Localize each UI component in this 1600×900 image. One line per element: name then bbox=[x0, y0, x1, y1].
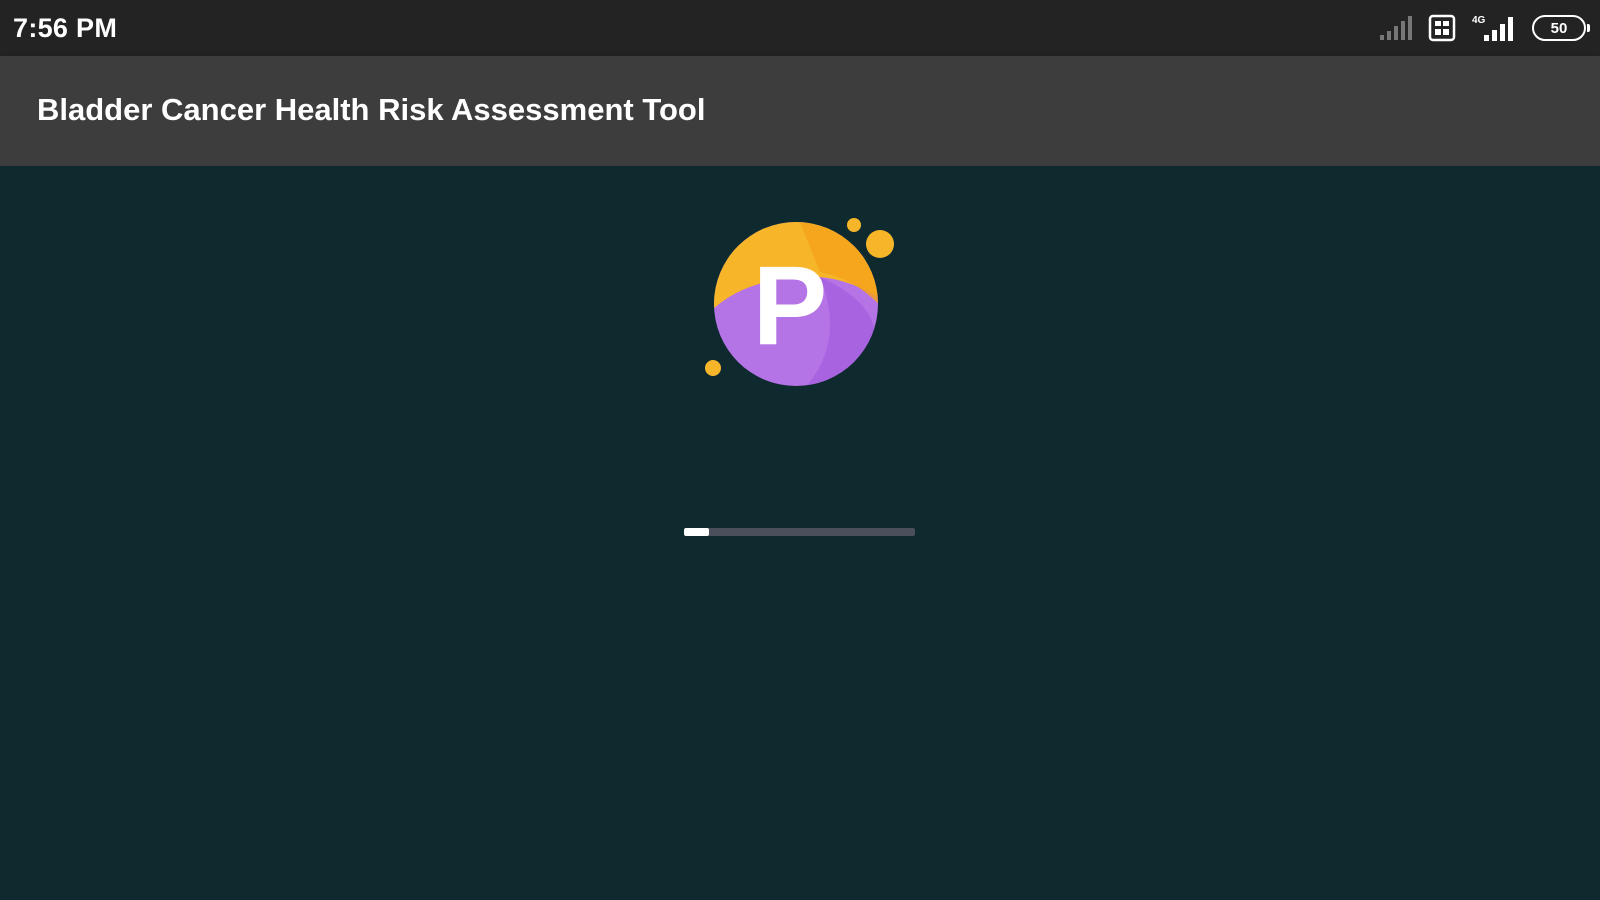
loading-progress-bar bbox=[684, 528, 915, 536]
app-logo-icon: P bbox=[705, 218, 894, 386]
splash-screen: P bbox=[0, 166, 1600, 900]
sim-card-icon bbox=[1428, 14, 1456, 42]
battery-level: 50 bbox=[1550, 19, 1568, 37]
loading-progress-fill bbox=[684, 528, 710, 536]
network-type-label: 4G bbox=[1472, 15, 1486, 26]
status-icons: 4G 50 bbox=[1378, 12, 1590, 44]
logo-letter: P bbox=[753, 243, 828, 368]
status-time: 7:56 PM bbox=[13, 13, 118, 43]
status-bar: 7:56 PM 4G 50 bbox=[0, 0, 1600, 56]
page-title: Bladder Cancer Health Risk Assessment To… bbox=[37, 92, 706, 127]
app-bar: Bladder Cancer Health Risk Assessment To… bbox=[0, 56, 1600, 166]
signal-weak-icon bbox=[1378, 15, 1414, 41]
signal-4g-icon: 4G bbox=[1470, 13, 1518, 43]
battery-icon: 50 bbox=[1532, 15, 1590, 41]
